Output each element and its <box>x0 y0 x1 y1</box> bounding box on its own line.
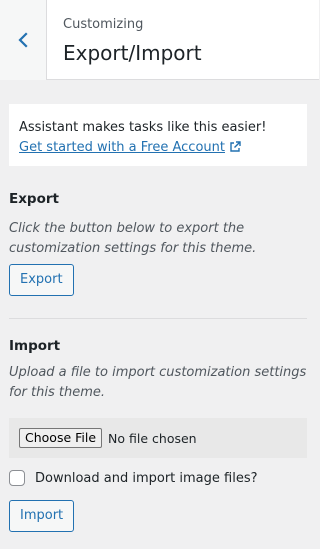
export-heading: Export <box>9 191 59 207</box>
export-description: Click the button below to export the cus… <box>9 221 257 256</box>
page-title: Export/Import <box>63 41 202 65</box>
section-divider <box>9 318 307 319</box>
free-account-link[interactable]: Get started with a Free Account <box>19 140 225 155</box>
header-subtitle: Customizing <box>63 17 144 32</box>
file-input[interactable]: Choose File No file chosen <box>9 418 307 458</box>
export-button[interactable]: Export <box>9 264 74 296</box>
import-images-checkbox[interactable] <box>9 470 25 486</box>
file-status: No file chosen <box>108 430 197 446</box>
import-description: Upload a file to import customization se… <box>9 365 307 400</box>
import-button[interactable]: Import <box>9 500 75 532</box>
back-button[interactable] <box>0 0 47 80</box>
assistant-notice: Assistant makes tasks like this easier! … <box>9 104 307 166</box>
customizer-header: Customizing Export/Import <box>0 0 319 80</box>
notice-text: Assistant makes tasks like this easier! <box>19 120 267 135</box>
chevron-left-icon <box>18 32 28 48</box>
import-heading: Import <box>9 338 61 354</box>
free-account-link-label: Get started with a Free Account <box>19 140 225 155</box>
choose-file-button[interactable]: Choose File <box>19 428 103 448</box>
external-link-icon <box>230 141 241 152</box>
import-images-option[interactable]: Download and import image files? <box>9 470 258 486</box>
import-images-label: Download and import image files? <box>35 470 258 486</box>
